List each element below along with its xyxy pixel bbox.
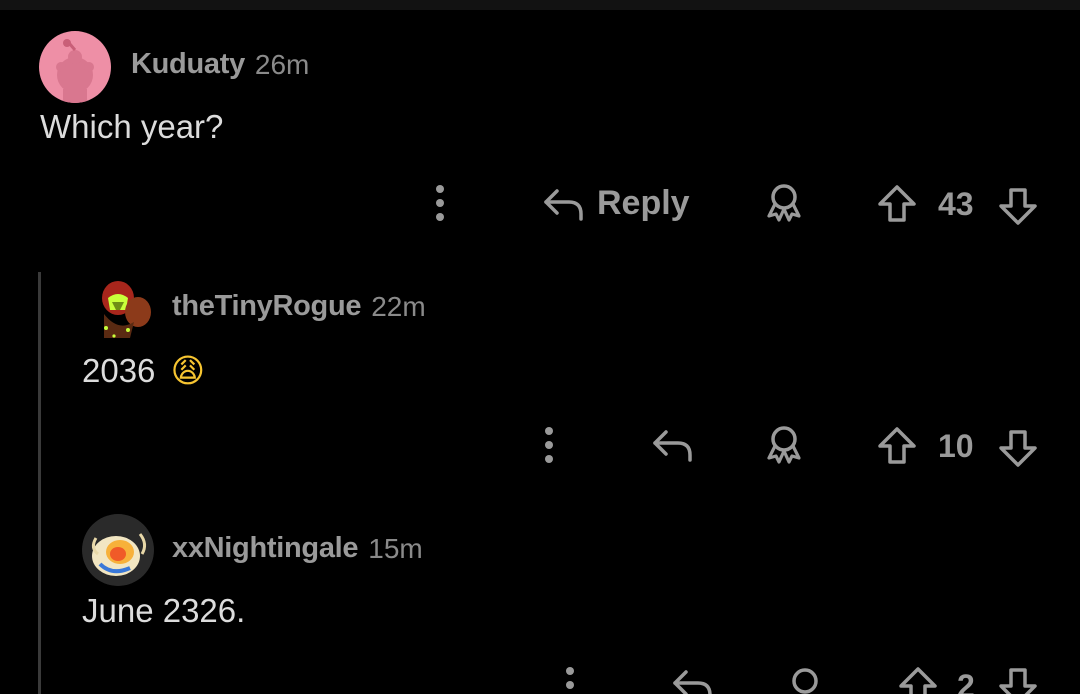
vertical-dots-icon xyxy=(436,185,444,221)
avatar[interactable] xyxy=(82,514,154,586)
downvote-arrow-icon xyxy=(999,668,1037,694)
vertical-dots-icon xyxy=(545,427,553,463)
more-options-button[interactable] xyxy=(425,184,455,222)
comment-thread-screen: Kuduaty 26m Which year? Reply 43 theTiny… xyxy=(0,0,1080,694)
downvote-button[interactable] xyxy=(998,428,1038,468)
award-icon xyxy=(767,184,801,222)
award-button[interactable] xyxy=(764,424,804,466)
award-icon xyxy=(792,668,818,694)
downvote-button[interactable] xyxy=(998,186,1038,226)
timestamp: 22m xyxy=(371,290,426,322)
reply-button[interactable] xyxy=(672,666,714,694)
upvote-button[interactable] xyxy=(898,666,938,694)
username[interactable]: theTinyRogue xyxy=(172,290,362,323)
downvote-arrow-icon xyxy=(999,430,1037,467)
username[interactable]: Kuduaty xyxy=(131,48,245,81)
avatar[interactable] xyxy=(39,31,111,103)
weary-face-emoji: 😩 xyxy=(170,351,205,390)
comment-text: June 2326. xyxy=(82,592,246,629)
avatar[interactable] xyxy=(82,272,154,344)
timestamp: 26m xyxy=(254,48,310,80)
more-options-button[interactable] xyxy=(555,666,585,694)
reply-button[interactable] xyxy=(652,426,694,464)
award-icon xyxy=(767,426,801,464)
award-button[interactable] xyxy=(785,666,825,694)
comment-text: Which year? xyxy=(40,108,224,145)
armored-bounty-hunter-icon xyxy=(102,281,151,338)
reply-button[interactable]: Reply xyxy=(543,184,690,223)
downvote-button[interactable] xyxy=(998,666,1038,694)
vote-count: 43 xyxy=(938,186,974,222)
reply-arrow-icon xyxy=(673,670,712,694)
timestamp: 15m xyxy=(368,532,423,564)
downvote-arrow-icon xyxy=(999,188,1037,225)
username[interactable]: xxNightingale xyxy=(172,532,359,565)
reddit-snoo-icon xyxy=(56,39,94,103)
thread-line[interactable] xyxy=(38,272,41,694)
reply-arrow-icon xyxy=(653,430,692,462)
vote-count: 2 xyxy=(957,668,975,694)
vertical-dots-icon xyxy=(566,667,574,689)
upvote-arrow-icon xyxy=(899,667,937,694)
award-button[interactable] xyxy=(764,182,804,224)
reply-arrow-icon xyxy=(544,188,583,221)
upvote-arrow-icon xyxy=(878,427,916,464)
upvote-arrow-icon xyxy=(878,185,916,222)
upvote-button[interactable] xyxy=(877,184,917,224)
upvote-button[interactable] xyxy=(877,426,917,466)
comment-text: 2036 😩 xyxy=(82,351,205,390)
reply-label: Reply xyxy=(597,184,690,222)
spiral-shell-creature-icon xyxy=(82,514,154,586)
vote-count: 10 xyxy=(938,428,974,464)
more-options-button[interactable] xyxy=(534,426,564,464)
comment-text-value: 2036 xyxy=(82,352,156,389)
top-strip xyxy=(0,0,1080,10)
